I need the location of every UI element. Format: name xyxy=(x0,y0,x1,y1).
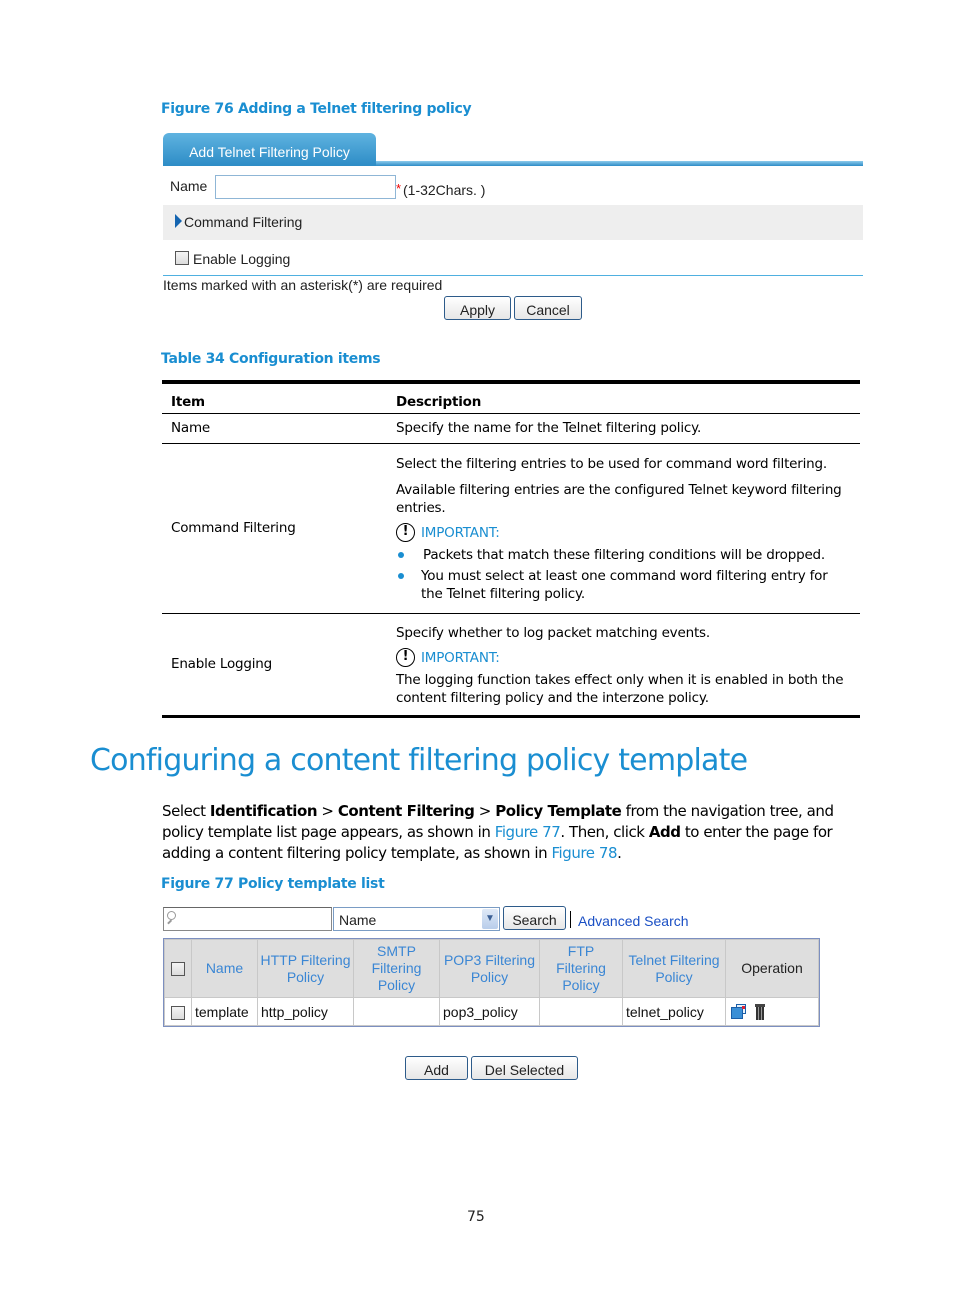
required-asterisk: * xyxy=(396,181,402,196)
column-header-smtp[interactable]: SMTP Filtering Policy xyxy=(353,939,440,998)
chevron-down-icon: ▼ xyxy=(482,909,498,929)
row-select-cell xyxy=(164,997,192,1026)
telnet-cell: telnet_policy xyxy=(622,997,726,1026)
bullet-text: Packets that match these filtering condi… xyxy=(423,547,826,563)
search-field-value: Name xyxy=(339,912,377,928)
description-cell: Select the filtering entries to be used … xyxy=(387,443,860,614)
exclamation-icon: ! xyxy=(396,648,415,667)
select-all-checkbox[interactable] xyxy=(171,962,185,977)
column-header-name[interactable]: Name xyxy=(191,939,258,998)
menu-path-identification: Identification xyxy=(209,802,318,820)
column-header-ftp[interactable]: FTP Filtering Policy xyxy=(539,939,623,998)
tab-add-telnet-filtering-policy[interactable]: Add Telnet Filtering Policy xyxy=(163,133,376,166)
header-item: Item xyxy=(162,380,387,414)
name-cell: template xyxy=(191,997,258,1026)
operation-cell xyxy=(725,997,819,1026)
separator xyxy=(570,911,571,928)
smtp-cell xyxy=(353,997,440,1026)
section-paragraph: Select Identification > Content Filterin… xyxy=(162,801,867,864)
column-header-pop3[interactable]: POP3 Filtering Policy xyxy=(439,939,540,998)
description-text: Specify whether to log packet matching e… xyxy=(396,625,710,641)
ftp-cell xyxy=(539,997,623,1026)
section-title: Configuring a content filtering policy t… xyxy=(90,743,748,778)
text: > xyxy=(474,802,496,820)
text: Select xyxy=(162,802,210,820)
policy-template-table: Name HTTP Filtering Policy SMTP Filterin… xyxy=(163,938,820,1027)
description-text: Available filtering entries are the conf… xyxy=(396,482,842,516)
figure-76-caption: Figure 76 Adding a Telnet filtering poli… xyxy=(161,101,472,117)
table-34-caption: Table 34 Configuration items xyxy=(161,351,381,367)
figure-77-caption: Figure 77 Policy template list xyxy=(161,876,385,892)
delete-icon[interactable] xyxy=(755,1004,765,1021)
important-label: IMPORTANT: xyxy=(421,524,500,541)
important-notice: ! IMPORTANT: xyxy=(396,523,851,542)
table-row: Enable Logging Specify whether to log pa… xyxy=(162,613,860,718)
bullet-item: Packets that match these filtering condi… xyxy=(396,546,851,564)
table-header-row: Item Description xyxy=(162,380,860,414)
item-cell: Name xyxy=(162,413,387,444)
menu-path-content-filtering: Content Filtering xyxy=(337,802,475,820)
bullet-item: You must select at least one command wor… xyxy=(396,567,851,603)
note-text: The logging function takes effect only w… xyxy=(396,672,844,706)
header-description: Description xyxy=(387,380,860,414)
table-row: Name Specify the name for the Telnet fil… xyxy=(162,413,860,444)
add-button[interactable]: Add xyxy=(405,1056,468,1080)
enable-logging-checkbox[interactable] xyxy=(175,251,189,265)
add-keyword: Add xyxy=(648,823,681,841)
text: . xyxy=(617,844,622,862)
search-input[interactable] xyxy=(163,907,332,931)
description-text: Select the filtering entries to be used … xyxy=(396,456,827,472)
important-label: IMPORTANT: xyxy=(421,649,500,666)
edit-icon[interactable] xyxy=(731,1004,747,1020)
command-filtering-expander[interactable]: Command Filtering xyxy=(163,205,863,240)
apply-button[interactable]: Apply xyxy=(444,296,511,320)
bullet-text: You must select at least one command wor… xyxy=(421,568,828,602)
important-notice: ! IMPORTANT: xyxy=(396,648,851,667)
menu-path-policy-template: Policy Template xyxy=(495,802,622,820)
search-icon-handle xyxy=(167,919,172,925)
table-header-row: Name HTTP Filtering Policy SMTP Filterin… xyxy=(164,939,819,998)
name-label: Name xyxy=(170,178,208,194)
text: > xyxy=(317,802,338,820)
item-cell: Command Filtering xyxy=(162,443,387,614)
page-number: 75 xyxy=(467,1209,485,1225)
enable-logging-label: Enable Logging xyxy=(193,251,291,267)
required-note: Items marked with an asterisk(*) are req… xyxy=(163,277,443,293)
configuration-items-table: Item Description Name Specify the name f… xyxy=(162,380,860,718)
search-field-select[interactable]: Name ▼ xyxy=(333,907,500,931)
tab-bar: Add Telnet Filtering Policy xyxy=(163,133,863,167)
item-cell: Enable Logging xyxy=(162,613,387,718)
search-icon xyxy=(167,911,176,920)
bullet-icon xyxy=(398,552,406,560)
tab-underline xyxy=(376,161,863,166)
http-cell: http_policy xyxy=(257,997,354,1026)
expand-arrow-icon xyxy=(175,214,182,228)
description-cell: Specify whether to log packet matching e… xyxy=(387,613,860,718)
del-selected-button[interactable]: Del Selected xyxy=(471,1056,578,1080)
cancel-button[interactable]: Cancel xyxy=(514,296,582,320)
command-filtering-label: Command Filtering xyxy=(184,214,303,230)
name-length-hint: (1-32Chars. ) xyxy=(403,182,486,198)
form-divider xyxy=(163,275,863,276)
name-input[interactable] xyxy=(215,175,396,199)
column-header-telnet[interactable]: Telnet Filtering Policy xyxy=(622,939,726,998)
advanced-search-link[interactable]: Advanced Search xyxy=(578,913,689,929)
description-text: Specify the name for the Telnet filterin… xyxy=(396,420,702,436)
text: . Then, click xyxy=(560,823,649,841)
table-row: Command Filtering Select the filtering e… xyxy=(162,443,860,614)
table-row: template http_policy pop3_policy telnet_… xyxy=(164,997,819,1026)
pop3-cell: pop3_policy xyxy=(439,997,540,1026)
bullet-icon xyxy=(398,573,404,581)
search-button[interactable]: Search xyxy=(503,906,566,930)
figure-77-link[interactable]: Figure 77 xyxy=(495,823,561,841)
column-header-http[interactable]: HTTP Filtering Policy xyxy=(257,939,354,998)
select-all-header xyxy=(164,939,192,998)
row-checkbox[interactable] xyxy=(171,1005,185,1020)
exclamation-icon: ! xyxy=(396,523,415,542)
column-header-operation: Operation xyxy=(725,939,819,998)
description-cell: Specify the name for the Telnet filterin… xyxy=(387,413,860,444)
figure-78-link[interactable]: Figure 78 xyxy=(551,844,617,862)
